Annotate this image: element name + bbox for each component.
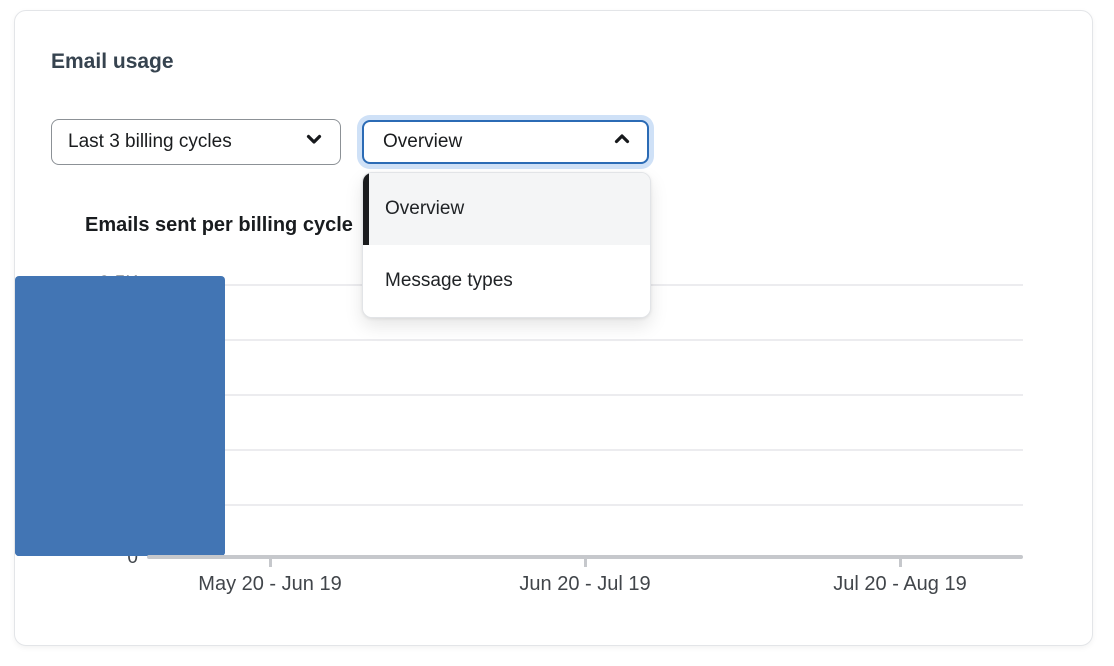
menu-item-label: Message types <box>385 270 513 292</box>
x-axis-label: May 20 - Jun 19 <box>120 573 420 596</box>
selected-item-indicator <box>363 173 369 245</box>
x-axis-tick <box>584 559 587 567</box>
view-select-menu: Overview Message types <box>362 172 651 318</box>
x-axis-tick <box>899 559 902 567</box>
gridline <box>147 339 1023 341</box>
chevron-up-icon <box>611 128 633 156</box>
chart-bar-jun20-jul19 <box>15 357 225 556</box>
x-axis-label: Jul 20 - Aug 19 <box>750 573 1050 596</box>
gridline <box>147 449 1023 451</box>
chart-title: Emails sent per billing cycle <box>85 214 353 237</box>
gridline <box>147 504 1023 506</box>
menu-item-label: Overview <box>385 198 464 220</box>
x-axis-tick <box>269 559 272 567</box>
menu-item-message-types[interactable]: Message types <box>363 245 650 317</box>
view-select[interactable]: Overview <box>362 120 649 164</box>
menu-item-overview[interactable]: Overview <box>363 173 650 245</box>
gridline <box>147 394 1023 396</box>
email-usage-panel: Email usage Last 3 billing cycles Overvi… <box>14 10 1093 646</box>
view-select-value: Overview <box>383 131 462 153</box>
emails-sent-bar-chart: Emails sent per billing cycle 2.5K 2K 1.… <box>15 11 1092 645</box>
x-axis-label: Jun 20 - Jul 19 <box>435 573 735 596</box>
